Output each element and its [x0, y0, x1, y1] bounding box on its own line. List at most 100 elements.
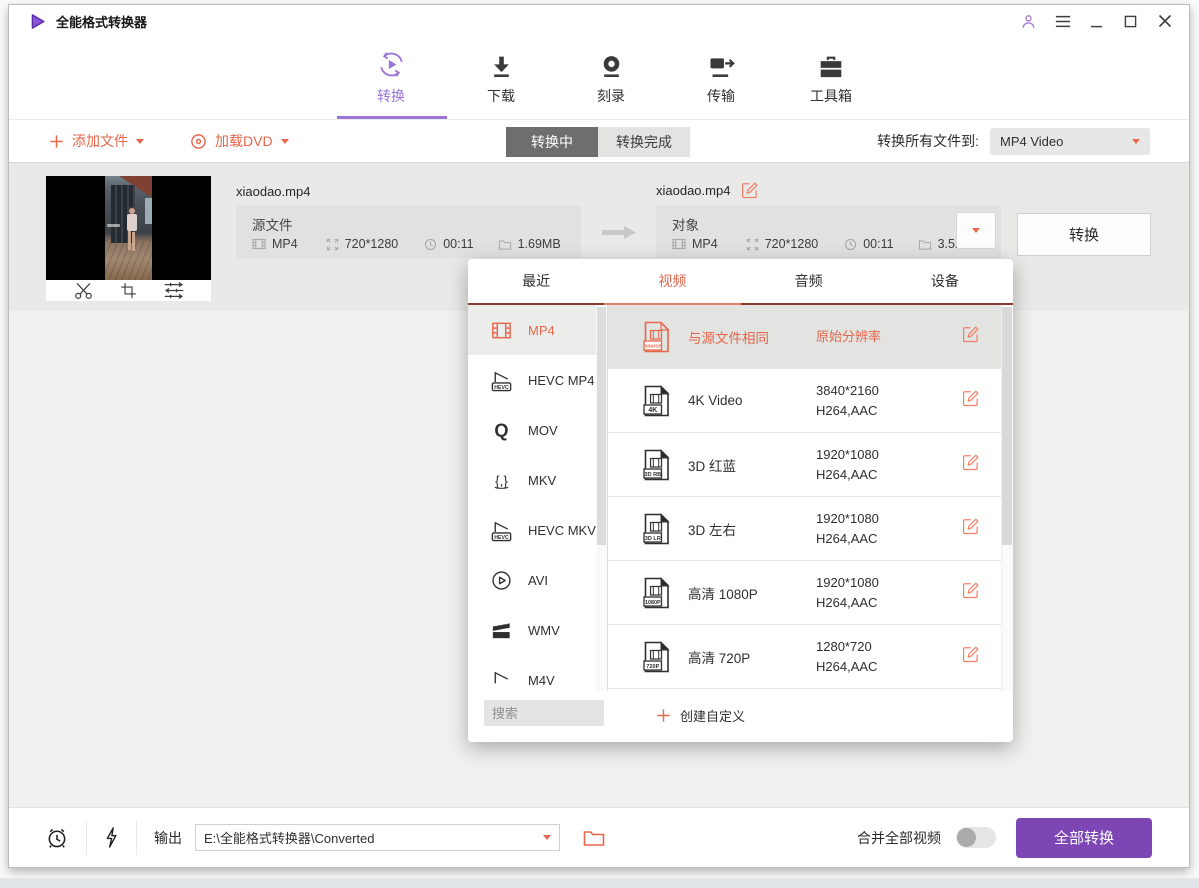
preset-file-icon: 1080P: [642, 577, 670, 609]
edit-preset-icon[interactable]: [962, 326, 979, 348]
preset-name: 高清 1080P: [688, 583, 810, 603]
edit-preset-icon[interactable]: [962, 582, 979, 604]
source-to-target-arrow: [600, 223, 638, 242]
open-folder-icon[interactable]: [583, 829, 605, 847]
nav-tab-burn[interactable]: 刻录: [579, 49, 643, 119]
maximize-icon[interactable]: [1122, 13, 1139, 30]
nav-tab-download[interactable]: 下载: [469, 49, 533, 119]
format-item-hevc-mkv[interactable]: HEVC HEVC MKV: [468, 505, 607, 555]
app-logo-icon: [29, 13, 46, 30]
preset-specs: 原始分辨率: [816, 327, 881, 347]
preset-row-4k[interactable]: 4K 4K Video 3840*2160H264,AAC: [608, 369, 1013, 433]
transfer-icon: [708, 49, 735, 79]
format-label: M4V: [528, 673, 555, 688]
preset-list-scrollbar[interactable]: [1001, 305, 1013, 691]
trim-scissors-icon[interactable]: [73, 282, 94, 300]
format-item-avi[interactable]: AVI: [468, 555, 607, 605]
panel-tab-audio[interactable]: 音频: [741, 259, 877, 305]
main-nav: 转换 下载 刻录 传输: [9, 37, 1189, 119]
nav-tab-convert[interactable]: 转换: [359, 49, 423, 119]
menu-icon[interactable]: [1054, 13, 1071, 30]
preset-specs: 1920*1080H264,AAC: [816, 509, 879, 549]
preset-name: 高清 720P: [688, 647, 810, 667]
folder-icon: [918, 238, 932, 251]
resolution-icon: [326, 238, 339, 251]
toolbox-icon: [818, 49, 844, 79]
filmstrip-icon: [672, 237, 686, 251]
svg-text:HEVC: HEVC: [494, 384, 509, 390]
mkv-braces-icon: {,}: [488, 467, 514, 493]
format-label: WMV: [528, 623, 560, 638]
plus-icon: [49, 134, 64, 149]
global-format-select[interactable]: MP4 Video: [990, 128, 1150, 155]
divider: [86, 821, 87, 855]
global-format-value: MP4 Video: [1000, 134, 1063, 149]
format-search-input[interactable]: [484, 700, 604, 726]
source-info-box: 源文件 MP4 720*1280 00:11 1.69MB: [236, 206, 581, 258]
plus-icon: [656, 708, 671, 723]
svg-text:3D LR: 3D LR: [645, 535, 661, 541]
create-custom-button[interactable]: 创建自定义: [656, 691, 745, 740]
preset-row-3d-rb[interactable]: 3D RB 3D 红蓝 1920*1080H264,AAC: [608, 433, 1013, 497]
format-item-mov[interactable]: Q MOV: [468, 405, 607, 455]
video-thumbnail: [46, 176, 211, 301]
panel-tab-video[interactable]: 视频: [604, 259, 740, 305]
edit-preset-icon[interactable]: [962, 646, 979, 668]
clapperboard-icon: [488, 617, 514, 643]
preset-file-icon: 3D RB: [642, 449, 670, 481]
convert-status-tabs: 转换中 转换完成: [506, 127, 690, 157]
nav-label-convert: 转换: [377, 86, 405, 106]
svg-text:{,}: {,}: [495, 473, 508, 488]
nav-label-toolbox: 工具箱: [810, 86, 852, 106]
convert-button[interactable]: 转换: [1017, 213, 1151, 256]
preset-file-icon: 3D LR: [642, 513, 670, 545]
load-dvd-button[interactable]: 加载DVD: [190, 120, 289, 162]
target-info-box: 对象 MP4 720*1280 00:11 3.52MB: [656, 206, 1001, 258]
preset-row-1080p[interactable]: 1080P 高清 1080P 1920*1080H264,AAC: [608, 561, 1013, 625]
close-icon[interactable]: [1156, 13, 1173, 30]
crop-icon[interactable]: [120, 282, 137, 299]
preset-specs: 1920*1080H264,AAC: [816, 445, 879, 485]
preset-row-source[interactable]: source 与源文件相同 原始分辨率: [608, 305, 1013, 369]
preset-dropdown-button[interactable]: [956, 212, 996, 249]
edit-preset-icon[interactable]: [962, 390, 979, 412]
panel-tab-recent[interactable]: 最近: [468, 259, 604, 305]
m4v-flag-icon: [488, 667, 514, 691]
edit-preset-icon[interactable]: [962, 518, 979, 540]
merge-videos-toggle[interactable]: [956, 827, 996, 848]
edit-preset-icon[interactable]: [962, 454, 979, 476]
format-item-hevc-mp4[interactable]: HEVC HEVC MP4: [468, 355, 607, 405]
minimize-icon[interactable]: [1088, 13, 1105, 30]
quicktime-q-icon: Q: [488, 417, 514, 443]
chevron-down-icon: [1132, 139, 1140, 144]
panel-tab-device[interactable]: 设备: [877, 259, 1013, 305]
format-item-mp4[interactable]: MP4: [468, 305, 607, 355]
schedule-alarm-icon[interactable]: [45, 826, 69, 850]
rename-edit-icon[interactable]: [741, 182, 758, 199]
output-format-panel: 最近 视频 音频 设备 MP4 HEVC HEVC MP4: [468, 259, 1013, 742]
account-icon[interactable]: [1020, 13, 1037, 30]
tab-converting[interactable]: 转换中: [506, 127, 598, 157]
format-item-wmv[interactable]: WMV: [468, 605, 607, 655]
format-label: MP4: [528, 323, 555, 338]
source-resolution: 720*1280: [326, 237, 399, 251]
preset-row-720p[interactable]: 720P 高清 720P 1280*720H264,AAC: [608, 625, 1013, 689]
tab-finished[interactable]: 转换完成: [598, 127, 690, 157]
nav-tab-transfer[interactable]: 传输: [689, 49, 753, 119]
preset-row-3d-lr[interactable]: 3D LR 3D 左右 1920*1080H264,AAC: [608, 497, 1013, 561]
effects-sliders-icon[interactable]: [163, 281, 185, 300]
convert-all-to-label: 转换所有文件到:: [877, 131, 979, 151]
resolution-icon: [746, 238, 759, 251]
clock-icon: [424, 238, 437, 251]
convert-all-button[interactable]: 全部转换: [1016, 818, 1152, 858]
output-path-input[interactable]: [195, 824, 560, 851]
nav-tab-toolbox[interactable]: 工具箱: [799, 49, 863, 119]
high-speed-bolt-icon[interactable]: [104, 826, 119, 849]
clock-icon: [844, 238, 857, 251]
format-list-scrollbar[interactable]: [596, 305, 607, 691]
format-list: MP4 HEVC HEVC MP4 Q MOV {,}: [468, 305, 608, 691]
format-item-m4v[interactable]: M4V: [468, 655, 607, 691]
format-item-mkv[interactable]: {,} MKV: [468, 455, 607, 505]
chevron-down-icon[interactable]: [543, 835, 551, 840]
add-files-button[interactable]: 添加文件: [49, 120, 144, 162]
